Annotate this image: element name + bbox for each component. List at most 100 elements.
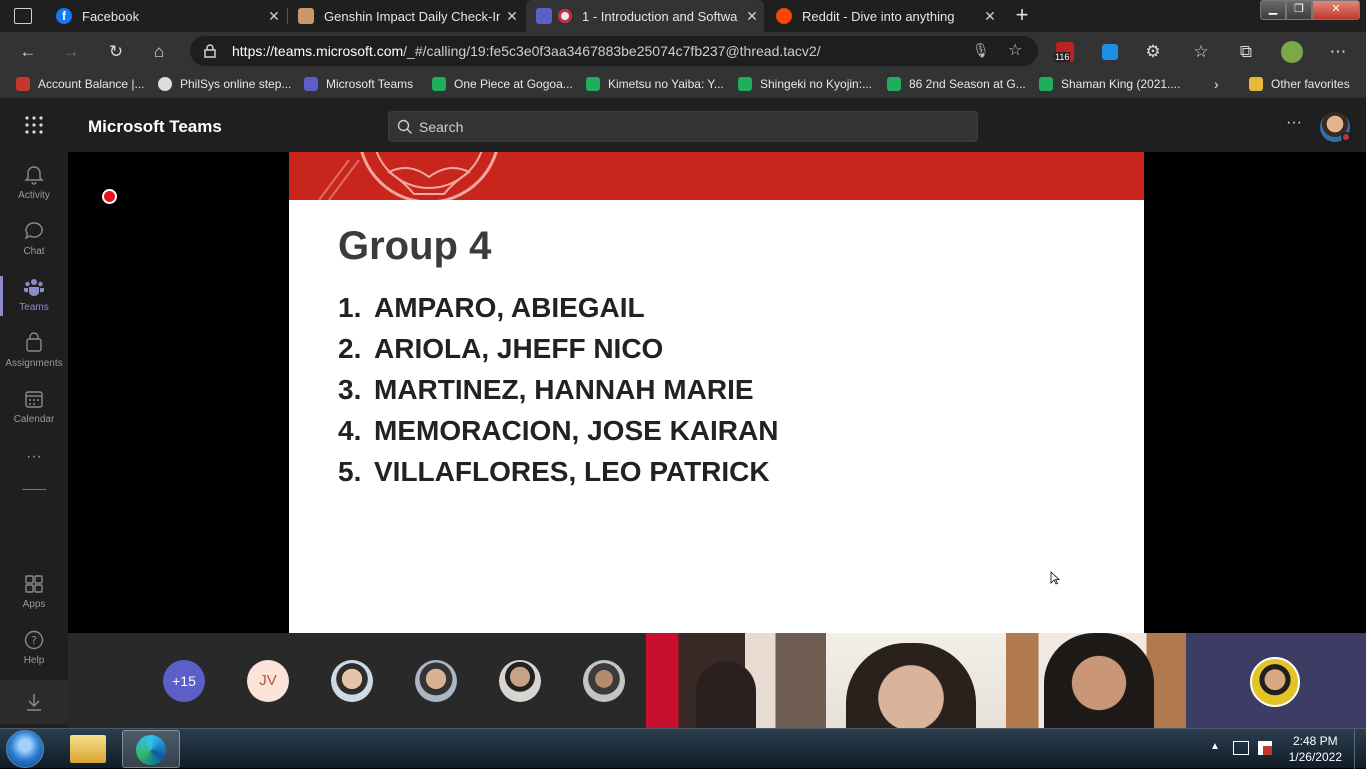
browser-menu-icon[interactable]: ⋯ — [1327, 41, 1349, 63]
action-center-flag-icon[interactable] — [1258, 741, 1272, 755]
favorite-link[interactable]: Shaman King (2021.... — [1039, 75, 1180, 93]
url-text: https://teams.microsoft.com/_#/calling/1… — [232, 43, 821, 59]
favorite-label: Shingeki no Kyojin:... — [760, 77, 873, 91]
start-button[interactable] — [6, 730, 44, 768]
download-icon — [27, 694, 41, 711]
avatar — [1250, 657, 1300, 707]
forward-icon[interactable]: → — [60, 41, 82, 63]
show-hidden-icons[interactable]: ▲ — [1210, 741, 1220, 752]
microphone-icon[interactable]: 🎙︎ — [972, 42, 990, 59]
user-avatar[interactable] — [1320, 112, 1351, 142]
slide-header-band — [289, 152, 1144, 200]
teams-icon — [536, 8, 552, 24]
other-favorites-folder[interactable]: Other favorites — [1249, 75, 1350, 93]
back-icon[interactable]: ← — [17, 41, 39, 63]
minimize-button[interactable]: ▁ — [1260, 0, 1286, 20]
refresh-icon[interactable]: ↻ — [105, 41, 127, 63]
rail-help[interactable]: ? Help — [0, 623, 68, 677]
home-icon[interactable]: ⌂ — [148, 41, 170, 63]
rail-chat[interactable]: Chat — [0, 214, 68, 268]
close-window-button[interactable]: ✕ — [1312, 0, 1360, 20]
teams-header: Microsoft Teams Search ··· — [0, 98, 1366, 152]
extensions-icon[interactable]: ⚙ — [1142, 41, 1164, 63]
favorites-bar: Account Balance |... PhilSys online step… — [0, 70, 1366, 98]
tab-genshin[interactable]: Genshin Impact Daily Check-In ✕ — [288, 0, 524, 32]
search-input[interactable]: Search — [388, 111, 978, 142]
list-number: 4. — [338, 415, 362, 446]
add-favorite-icon[interactable]: ☆ — [1008, 40, 1022, 60]
participant-video[interactable] — [646, 633, 826, 728]
more-apps-button[interactable]: ··· — [0, 448, 68, 466]
avatar[interactable] — [331, 660, 373, 702]
rail-teams[interactable]: Teams — [0, 270, 68, 324]
close-icon[interactable]: ✕ — [262, 8, 286, 25]
favorite-label: Account Balance |... — [38, 77, 145, 91]
edge-taskbar-button[interactable] — [122, 730, 180, 768]
app-rail: Activity Chat Teams Assignments Calendar… — [0, 152, 68, 728]
rail-label: Calendar — [13, 414, 55, 425]
rail-calendar[interactable]: Calendar — [0, 382, 68, 436]
participant-video[interactable] — [1186, 633, 1366, 728]
apps-icon — [25, 575, 43, 593]
participant-video[interactable] — [1006, 633, 1186, 728]
rail-label: Activity — [18, 190, 50, 201]
show-desktop-button[interactable] — [1354, 729, 1366, 769]
participant-strip: +15 JV — [68, 633, 1366, 728]
close-icon[interactable]: ✕ — [978, 8, 1002, 25]
favorite-link[interactable]: Account Balance |... — [16, 75, 145, 93]
profile-avatar[interactable] — [1281, 41, 1303, 63]
favorite-link[interactable]: PhilSys online step... — [158, 75, 291, 93]
favorites-icon[interactable]: ☆ — [1190, 41, 1212, 63]
shared-slide: Group 4 1. AMPARO, ABIEGAIL 2. ARIOLA, JHE… — [289, 152, 1144, 633]
mouse-cursor-icon — [1050, 571, 1060, 585]
favorite-link[interactable]: One Piece at Gogoa... — [432, 75, 573, 93]
rail-label: Chat — [23, 246, 45, 257]
favorite-link[interactable]: Kimetsu no Yaiba: Y... — [586, 75, 724, 93]
recording-indicator-icon — [102, 189, 117, 204]
download-button[interactable] — [0, 680, 68, 724]
list-number: 1. — [338, 292, 362, 323]
university-seal-icon — [318, 152, 498, 200]
favorite-link[interactable]: 86 2nd Season at G... — [887, 75, 1026, 93]
address-bar[interactable]: https://teams.microsoft.com/_#/calling/1… — [190, 36, 1038, 66]
chat-icon — [24, 222, 43, 240]
avatar[interactable] — [499, 660, 541, 702]
rail-assignments[interactable]: Assignments — [0, 326, 68, 380]
new-tab-button[interactable]: + — [1010, 3, 1034, 27]
tab-actions-icon[interactable] — [14, 8, 32, 24]
settings-more-button[interactable]: ··· — [1286, 114, 1302, 132]
list-item: 3. MARTINEZ, HANNAH MARIE — [338, 374, 754, 406]
chevron-right-icon[interactable]: › — [1214, 75, 1219, 93]
favorite-link[interactable]: Microsoft Teams — [304, 75, 413, 93]
browser-toolbar: ← → ↻ ⌂ https://teams.microsoft.com/_#/c… — [0, 32, 1366, 70]
video-person — [1044, 633, 1154, 728]
tab-teams-call[interactable]: 1 - Introduction and Softwa ✕ — [526, 0, 764, 32]
favorite-label: Other favorites — [1271, 77, 1350, 91]
shared-screen-extension-icon[interactable] — [1102, 44, 1118, 60]
tab-facebook[interactable]: f Facebook ✕ — [46, 0, 286, 32]
extension-icon[interactable]: 116 — [1054, 42, 1074, 62]
rail-activity[interactable]: Activity — [0, 158, 68, 212]
close-icon[interactable]: ✕ — [500, 8, 524, 25]
more-participants-badge[interactable]: +15 — [163, 660, 205, 702]
bell-icon — [24, 166, 44, 185]
avatar[interactable]: JV — [247, 660, 289, 702]
avatar[interactable] — [415, 660, 457, 702]
network-icon[interactable] — [1233, 741, 1249, 755]
collections-icon[interactable]: ⧉ — [1235, 41, 1257, 63]
lock-icon[interactable] — [204, 44, 216, 58]
tv-icon — [1039, 77, 1053, 91]
rail-apps[interactable]: Apps — [0, 567, 68, 621]
avatar[interactable] — [583, 660, 625, 702]
close-icon[interactable]: ✕ — [740, 8, 764, 25]
system-clock[interactable]: 2:48 PM 1/26/2022 — [1289, 733, 1342, 765]
favorite-link[interactable]: Shingeki no Kyojin:... — [738, 75, 872, 93]
tab-title: Reddit - Dive into anything — [802, 8, 955, 24]
restore-button[interactable]: ❐ — [1286, 0, 1312, 20]
tab-reddit[interactable]: Reddit - Dive into anything ✕ — [766, 0, 1002, 32]
help-icon: ? — [24, 630, 44, 650]
app-launcher-icon[interactable] — [24, 115, 44, 135]
file-explorer-icon[interactable] — [70, 735, 106, 763]
participant-video[interactable] — [826, 633, 1006, 728]
list-item: 1. AMPARO, ABIEGAIL — [338, 292, 645, 324]
